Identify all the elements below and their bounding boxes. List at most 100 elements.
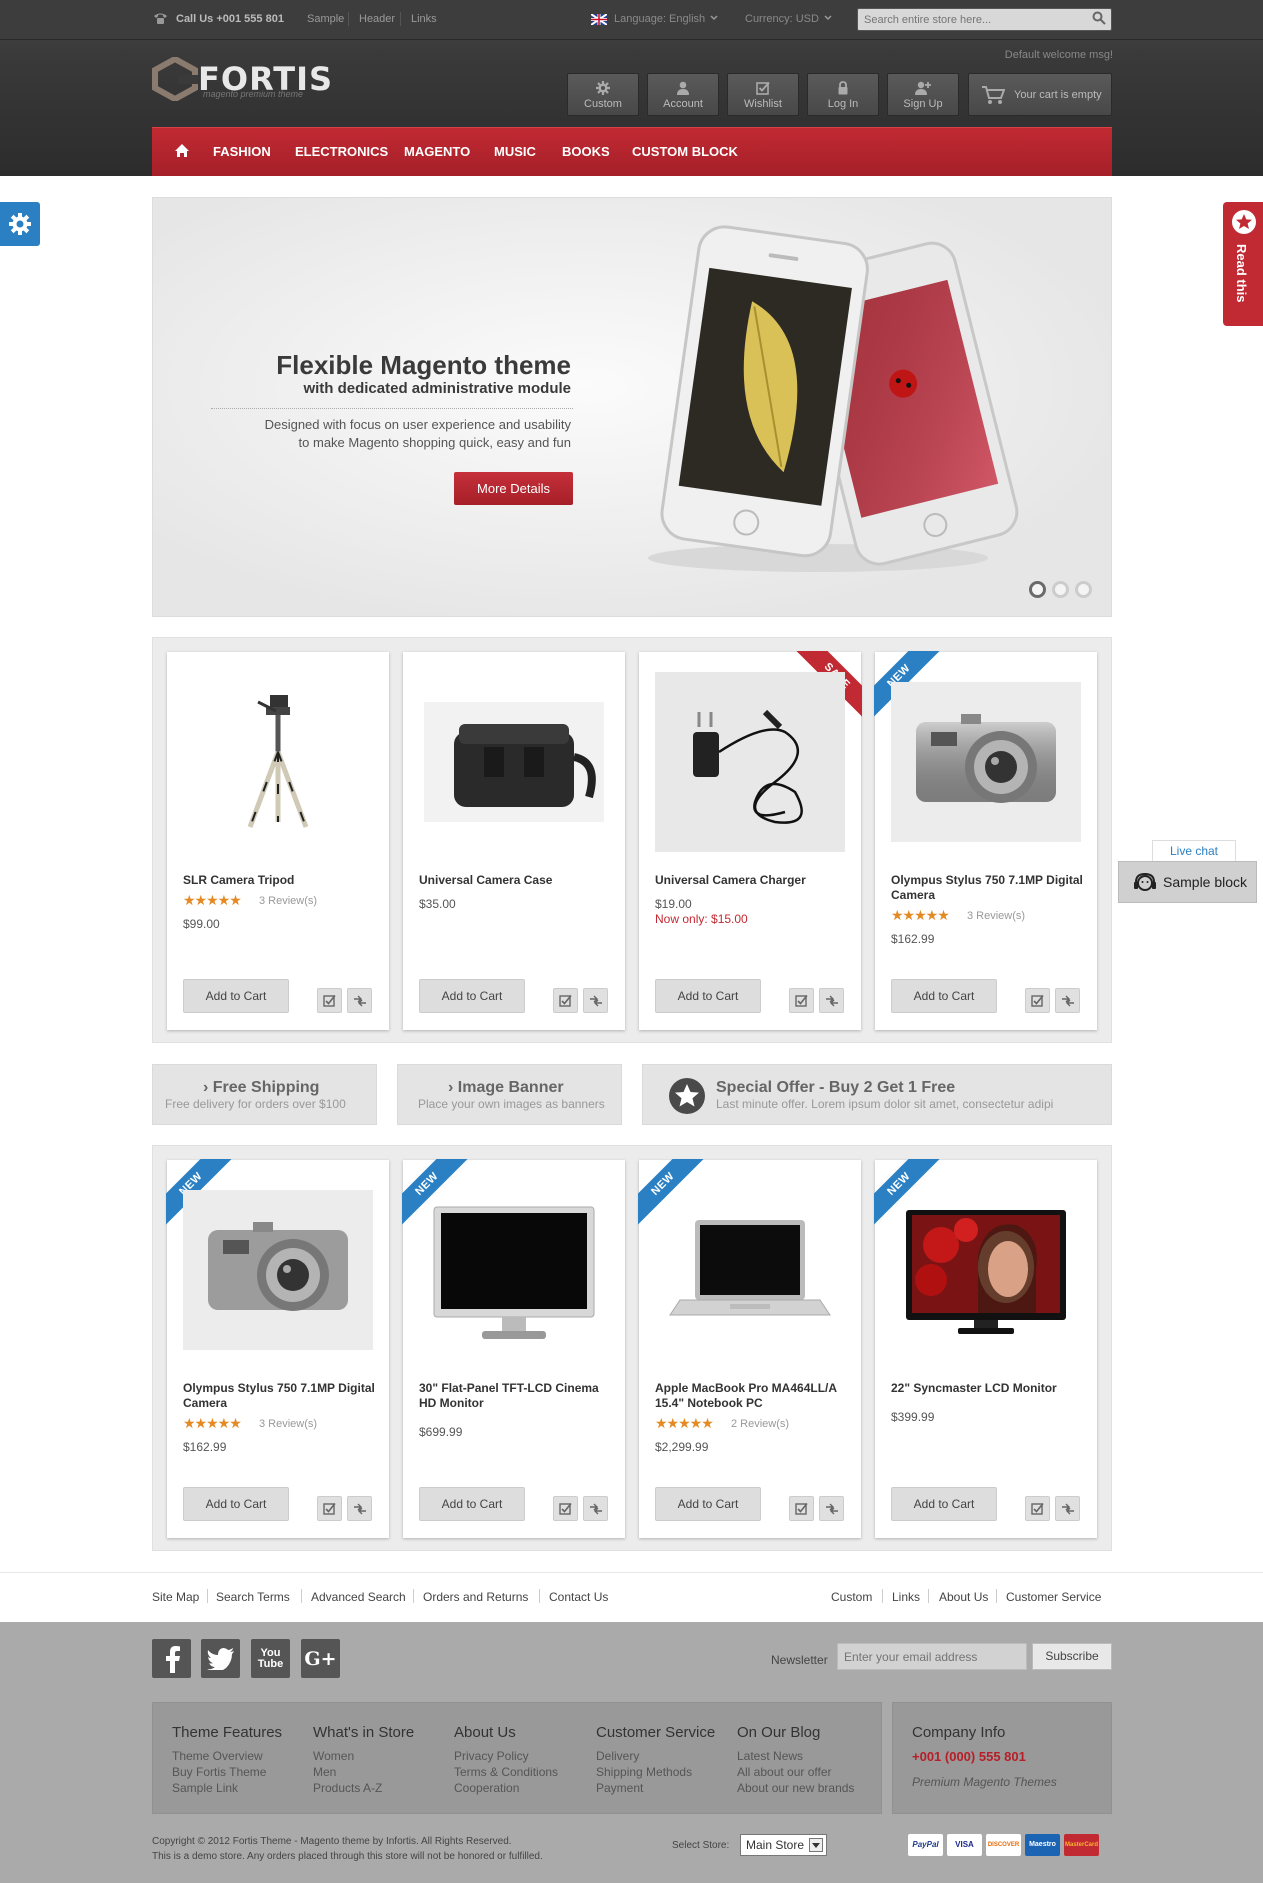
live-chat-tooltip[interactable]: Live chat (1152, 840, 1236, 862)
compare-icon[interactable] (583, 988, 608, 1013)
slider-dot-1[interactable] (1029, 581, 1046, 598)
signup-button[interactable]: Sign Up (887, 73, 959, 116)
footer-col-link[interactable]: Sample Link (172, 1781, 238, 1795)
add-to-cart-button[interactable]: Add to Cart (891, 979, 997, 1013)
search-icon[interactable] (1092, 11, 1106, 25)
footer-col-link[interactable]: About our new brands (737, 1781, 854, 1795)
login-button[interactable]: Log In (807, 73, 879, 116)
custom-button[interactable]: Custom (567, 73, 639, 116)
product-image-macbook[interactable] (655, 1190, 845, 1350)
footer-col-link[interactable]: Latest News (737, 1749, 803, 1763)
top-link-links[interactable]: Links (411, 13, 437, 25)
cart-button[interactable]: Your cart is empty (968, 73, 1112, 116)
footer-link-links[interactable]: Links (892, 1590, 920, 1604)
compare-icon[interactable] (1055, 988, 1080, 1013)
nav-fashion[interactable]: FASHION (213, 144, 271, 159)
account-button[interactable]: Account (647, 73, 719, 116)
add-to-cart-button[interactable]: Add to Cart (655, 979, 761, 1013)
special-offer-banner[interactable]: Special Offer - Buy 2 Get 1 Free Last mi… (642, 1064, 1112, 1125)
slider-dot-2[interactable] (1052, 581, 1069, 598)
facebook-icon[interactable] (152, 1639, 191, 1678)
footer-col-link[interactable]: Women (313, 1749, 354, 1763)
product-name[interactable]: Olympus Stylus 750 7.1MP Digital Camera (183, 1381, 378, 1411)
product-image-olympus-camera[interactable] (183, 1190, 373, 1350)
footer-col-link[interactable]: Cooperation (454, 1781, 519, 1795)
settings-tab[interactable] (0, 202, 40, 246)
product-card[interactable]: SLR Camera Tripod ★★★★★ 3 Review(s) $99.… (167, 652, 389, 1030)
compare-icon[interactable] (819, 1496, 844, 1521)
add-to-cart-button[interactable]: Add to Cart (419, 979, 525, 1013)
compare-icon[interactable] (1055, 1496, 1080, 1521)
image-banner[interactable]: › Image Banner Place your own images as … (397, 1064, 622, 1125)
nav-custom-block[interactable]: CUSTOM BLOCK (632, 144, 738, 159)
footer-link-advanced-search[interactable]: Advanced Search (311, 1590, 406, 1604)
product-name[interactable]: SLR Camera Tripod (183, 873, 378, 888)
product-card[interactable]: SALE Universal Camera Charger $19.00 Now… (639, 651, 862, 1030)
product-image-camera-case[interactable] (419, 682, 609, 842)
wishlist-icon[interactable] (789, 988, 814, 1013)
top-link-sample[interactable]: Sample (307, 13, 344, 25)
footer-col-link[interactable]: Products A-Z (313, 1781, 382, 1795)
product-image-olympus-camera[interactable] (891, 682, 1081, 842)
product-image-syncmaster-monitor[interactable] (891, 1190, 1081, 1350)
logo[interactable]: FORTIS magento premium theme (152, 57, 333, 101)
product-card[interactable]: Universal Camera Case $35.00 Add to Cart (403, 652, 625, 1030)
product-image-tripod[interactable] (183, 682, 373, 842)
top-link-header[interactable]: Header (359, 13, 395, 25)
wishlist-icon[interactable] (317, 988, 342, 1013)
product-name[interactable]: Universal Camera Case (419, 873, 614, 888)
review-count[interactable]: 3 Review(s) (259, 895, 317, 907)
product-name[interactable]: 22" Syncmaster LCD Monitor (891, 1381, 1086, 1396)
add-to-cart-button[interactable]: Add to Cart (655, 1487, 761, 1521)
search-input[interactable] (857, 8, 1112, 31)
compare-icon[interactable] (583, 1496, 608, 1521)
product-card[interactable]: NEW 22" Syncmaster LCD Monitor $399.99 A… (874, 1159, 1097, 1538)
slider-dot-3[interactable] (1075, 581, 1092, 598)
product-card[interactable]: NEW Apple MacBook Pro MA464LL/A 15.4" No… (638, 1159, 861, 1538)
nav-electronics[interactable]: ELECTRONICS (295, 144, 388, 159)
wishlist-icon[interactable] (553, 988, 578, 1013)
footer-link-search-terms[interactable]: Search Terms (216, 1590, 290, 1604)
wishlist-icon[interactable] (317, 1496, 342, 1521)
footer-col-link[interactable]: Theme Overview (172, 1749, 263, 1763)
wishlist-icon[interactable] (789, 1496, 814, 1521)
footer-link-customer-service[interactable]: Customer Service (1006, 1590, 1101, 1604)
subscribe-button[interactable]: Subscribe (1032, 1643, 1112, 1670)
wishlist-icon[interactable] (553, 1496, 578, 1521)
footer-col-link[interactable]: Men (313, 1765, 336, 1779)
product-name[interactable]: 30" Flat-Panel TFT-LCD Cinema HD Monitor (419, 1381, 614, 1411)
compare-icon[interactable] (819, 988, 844, 1013)
review-count[interactable]: 3 Review(s) (967, 910, 1025, 922)
product-name[interactable]: Olympus Stylus 750 7.1MP Digital Camera (891, 873, 1086, 903)
currency-select[interactable]: Currency: USD (745, 13, 819, 25)
product-name[interactable]: Universal Camera Charger (655, 873, 850, 888)
review-count[interactable]: 3 Review(s) (259, 1418, 317, 1430)
language-select[interactable]: Language: English (614, 13, 705, 25)
product-image-cinema-monitor[interactable] (419, 1190, 609, 1350)
footer-link-orders-returns[interactable]: Orders and Returns (423, 1590, 528, 1604)
footer-link-custom[interactable]: Custom (831, 1590, 872, 1604)
product-card[interactable]: NEW Olympus Stylus 750 7.1MP Digital Cam… (874, 651, 1097, 1030)
product-name[interactable]: Apple MacBook Pro MA464LL/A 15.4" Notebo… (655, 1381, 850, 1411)
footer-col-link[interactable]: Delivery (596, 1749, 639, 1763)
footer-link-site-map[interactable]: Site Map (152, 1590, 199, 1604)
read-this-tab[interactable]: Read this (1223, 202, 1263, 326)
footer-col-link[interactable]: Terms & Conditions (454, 1765, 558, 1779)
twitter-icon[interactable] (201, 1639, 240, 1678)
home-icon[interactable] (174, 143, 190, 158)
nav-books[interactable]: BOOKS (562, 144, 610, 159)
google-plus-icon[interactable]: G+ (301, 1639, 340, 1678)
footer-link-contact-us[interactable]: Contact Us (549, 1590, 608, 1604)
more-details-button[interactable]: More Details (454, 472, 573, 505)
wishlist-icon[interactable] (1025, 1496, 1050, 1521)
footer-col-link[interactable]: Privacy Policy (454, 1749, 529, 1763)
footer-col-link[interactable]: All about our offer (737, 1765, 832, 1779)
add-to-cart-button[interactable]: Add to Cart (891, 1487, 997, 1521)
product-card[interactable]: NEW Olympus Stylus 750 7.1MP Digital Cam… (166, 1159, 389, 1538)
footer-link-about-us[interactable]: About Us (939, 1590, 988, 1604)
product-card[interactable]: NEW 30" Flat-Panel TFT-LCD Cinema HD Mon… (402, 1159, 625, 1538)
footer-col-link[interactable]: Shipping Methods (596, 1765, 692, 1779)
compare-icon[interactable] (347, 988, 372, 1013)
nav-magento[interactable]: MAGENTO (404, 144, 470, 159)
store-select[interactable]: Main Store (740, 1834, 827, 1856)
